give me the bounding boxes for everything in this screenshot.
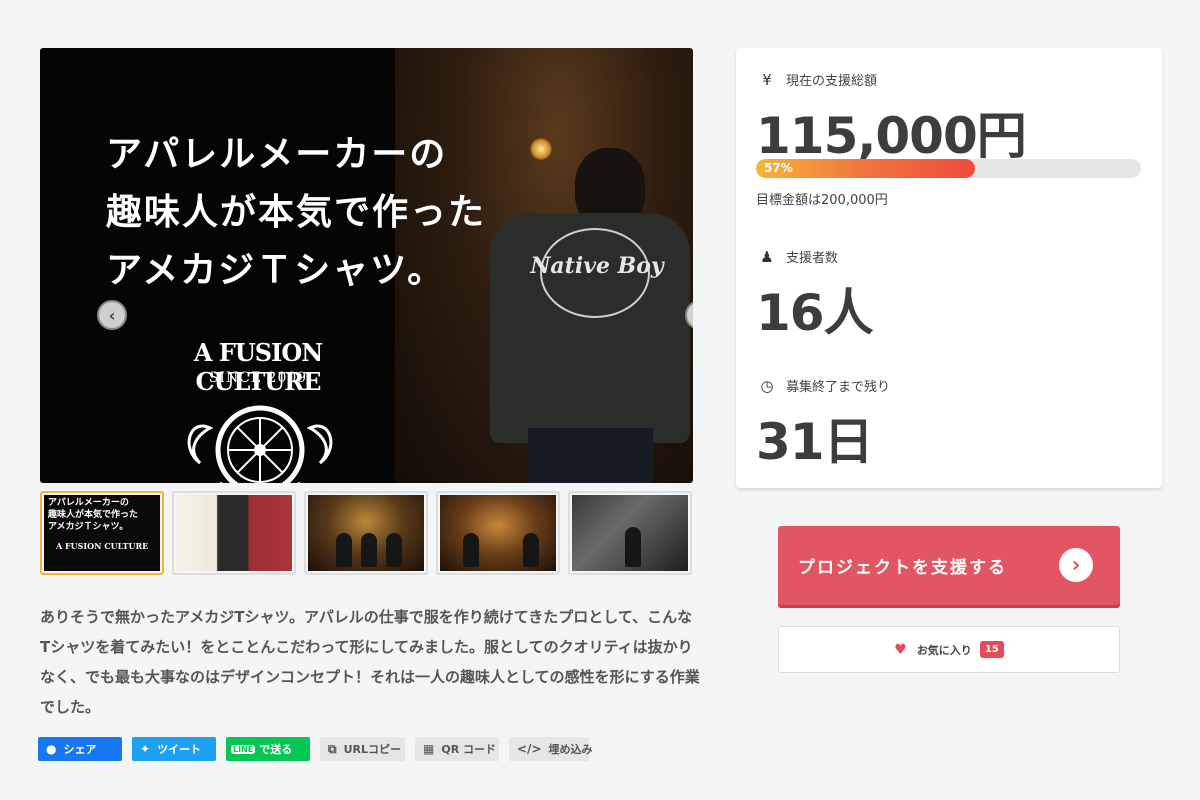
lamp-light bbox=[530, 138, 552, 160]
qr-code-button[interactable]: ▦ QR コード bbox=[415, 737, 499, 761]
thumbnail-1[interactable]: アパレルメーカーの 趣味人が本気で作った アメカジＴシャツ。 A FUSION … bbox=[40, 491, 164, 575]
shirt-print-text: Native Boy bbox=[530, 253, 664, 279]
embed-button[interactable]: </> 埋め込み bbox=[509, 737, 593, 761]
clock-icon: ◷ bbox=[760, 376, 774, 395]
favorite-label: お気に入り bbox=[916, 643, 972, 657]
line-icon: LINE bbox=[231, 744, 256, 754]
thumbnail-3[interactable] bbox=[304, 491, 428, 575]
thumbnail-1-caption: アパレルメーカーの 趣味人が本気で作った アメカジＴシャツ。 bbox=[48, 498, 139, 532]
support-button-label: プロジェクトを支援する bbox=[798, 558, 1007, 578]
remaining-days: 31日 bbox=[756, 413, 874, 471]
thumbnail-1-logo: A FUSION CULTURE bbox=[56, 541, 149, 551]
thumbnail-strip: アパレルメーカーの 趣味人が本気で作った アメカジＴシャツ。 A FUSION … bbox=[40, 491, 693, 575]
chevron-left-icon: ‹ bbox=[108, 305, 116, 325]
backers-label: ♟ 支援者数 bbox=[758, 247, 838, 267]
funding-progress-bar: 57% bbox=[756, 159, 1141, 178]
model-jeans bbox=[528, 428, 653, 483]
goal-amount-text: 目標金額は200,000円 bbox=[756, 193, 888, 208]
line-share-button[interactable]: LINE で送る bbox=[226, 737, 310, 761]
url-copy-button[interactable]: ⧉ URLコピー bbox=[320, 737, 405, 761]
facebook-icon: ● bbox=[46, 742, 57, 756]
project-description: ありそうで無かったアメカジTシャツ。アパレルの仕事で服を作り続けてきたプロとして… bbox=[40, 608, 700, 716]
backers-count: 16人 bbox=[756, 284, 874, 342]
main-project-image: Native Boy アパレルメーカーの 趣味人が本気で作った アメカジＴシャツ… bbox=[40, 48, 693, 483]
twitter-bird-icon: ✦ bbox=[140, 742, 151, 756]
favorite-button[interactable]: ♥ お気に入り 15 bbox=[778, 626, 1120, 673]
thumbnail-2[interactable] bbox=[172, 491, 296, 575]
chevron-right-circle-icon: › bbox=[1059, 548, 1093, 582]
copy-icon: ⧉ bbox=[328, 741, 337, 756]
thumbnail-5[interactable] bbox=[568, 491, 692, 575]
thumbnail-4[interactable] bbox=[436, 491, 560, 575]
total-amount-label: ¥ 現在の支援総額 bbox=[758, 70, 877, 90]
carousel-prev-button[interactable]: ‹ bbox=[97, 300, 127, 330]
code-icon: </> bbox=[517, 742, 542, 756]
total-amount-value: 115,000円 bbox=[756, 107, 1027, 165]
twitter-share-button[interactable]: ✦ ツイート bbox=[132, 737, 216, 761]
remaining-time-label: ◷ 募集終了まで残り bbox=[758, 376, 890, 396]
facebook-share-button[interactable]: ● シェア bbox=[38, 737, 122, 761]
headline-line-3: アメカジＴシャツ。 bbox=[106, 250, 446, 291]
person-icon: ♟ bbox=[760, 247, 774, 266]
flaming-wheel-logo bbox=[187, 405, 333, 483]
progress-percent: 57% bbox=[764, 161, 793, 175]
funding-stats-panel: ¥ 現在の支援総額 115,000円 57% 目標金額は200,000円 ♟ 支… bbox=[736, 48, 1162, 488]
favorite-count-badge: 15 bbox=[979, 641, 1004, 658]
hero-headline: アパレルメーカーの 趣味人が本気で作った アメカジＴシャツ。 bbox=[106, 126, 486, 300]
support-project-button[interactable]: プロジェクトを支援する › bbox=[778, 526, 1120, 605]
headline-line-2: 趣味人が本気で作った bbox=[106, 192, 487, 233]
brand-logo-since: SINCE 2009 bbox=[208, 370, 308, 386]
heart-icon: ♥ bbox=[894, 641, 907, 658]
qr-code-icon: ▦ bbox=[423, 742, 435, 756]
yen-icon: ¥ bbox=[762, 70, 772, 89]
headline-line-1: アパレルメーカーの bbox=[106, 134, 448, 175]
